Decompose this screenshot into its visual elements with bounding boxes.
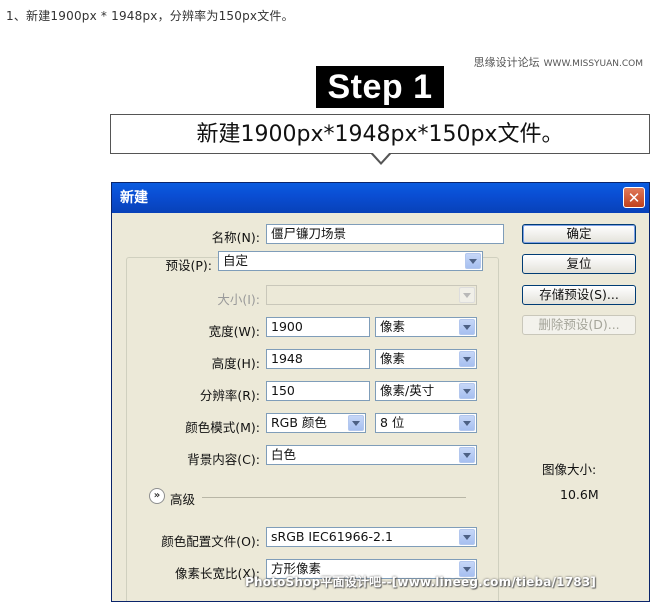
chevron-down-icon[interactable] — [459, 447, 475, 463]
chevron-down-icon[interactable] — [465, 253, 481, 269]
site-watermark-name: 思缘设计论坛 — [473, 56, 540, 69]
dialog-title: 新建 — [120, 190, 148, 206]
width-unit-value: 像素 — [380, 319, 406, 334]
resolution-unit-value: 像素/英寸 — [380, 383, 435, 398]
new-document-dialog: 新建 ✕ 名称(N): 僵尸镰刀场景 预设(P): 自定 大小(I): 宽度(W… — [111, 182, 650, 602]
dialog-titlebar[interactable]: 新建 — [112, 183, 649, 213]
color-mode-select[interactable]: RGB 颜色 — [266, 413, 366, 433]
bit-depth-value: 8 位 — [380, 415, 405, 430]
chevron-down-icon[interactable] — [459, 351, 475, 367]
close-icon[interactable]: ✕ — [623, 187, 645, 208]
save-preset-button[interactable]: 存储预设(S)... — [522, 285, 636, 305]
reset-button[interactable]: 复位 — [522, 254, 636, 274]
chevron-down-icon[interactable] — [348, 415, 364, 431]
background-value: 白色 — [271, 447, 297, 462]
color-profile-label: 颜色配置文件(O): — [161, 534, 260, 549]
site-watermark-url: WWW.MISSYUAN.COM — [543, 59, 643, 69]
step-callout: 新建1900px*1948px*150px文件。 — [110, 114, 650, 154]
pixel-aspect-label: 像素长宽比(X): — [174, 566, 260, 581]
background-label: 背景内容(C): — [187, 452, 260, 467]
image-size-label: 图像大小: — [542, 462, 597, 477]
height-label: 高度(H): — [211, 356, 260, 371]
color-profile-value: sRGB IEC61966-2.1 — [271, 529, 393, 544]
color-profile-select[interactable]: sRGB IEC61966-2.1 — [266, 527, 477, 547]
width-label: 宽度(W): — [208, 324, 260, 339]
chevron-down-icon — [459, 287, 475, 303]
name-input[interactable]: 僵尸镰刀场景 — [266, 224, 504, 244]
chevron-down-icon[interactable] — [459, 319, 475, 335]
chevron-down-icon[interactable] — [459, 415, 475, 431]
resolution-input[interactable]: 150 — [266, 381, 370, 401]
height-unit-select[interactable]: 像素 — [375, 349, 477, 369]
delete-preset-button: 删除预设(D)... — [522, 315, 636, 335]
color-mode-label: 颜色模式(M): — [185, 420, 260, 435]
width-unit-select[interactable]: 像素 — [375, 317, 477, 337]
resolution-label: 分辨率(R): — [199, 388, 260, 403]
resolution-unit-select[interactable]: 像素/英寸 — [375, 381, 477, 401]
chevron-down-icon[interactable] — [459, 383, 475, 399]
chevron-down-icon[interactable] — [459, 529, 475, 545]
name-label: 名称(N): — [211, 230, 260, 245]
advanced-divider — [202, 497, 466, 498]
step-banner: Step 1 — [316, 66, 444, 108]
bottom-watermark: PhotoShop平面设计吧--[www.lineeg.com/tieba/17… — [245, 575, 597, 589]
site-watermark: 思缘设计论坛 WWW.MISSYUAN.COM — [474, 54, 643, 70]
preset-label: 预设(P): — [165, 258, 212, 273]
background-select[interactable]: 白色 — [266, 445, 477, 465]
advanced-toggle-icon[interactable]: » — [149, 488, 165, 504]
color-mode-value: RGB 颜色 — [271, 415, 327, 430]
intro-text: 1、新建1900px * 1948px，分辨率为150px文件。 — [6, 9, 294, 23]
bit-depth-select[interactable]: 8 位 — [375, 413, 477, 433]
preset-value: 自定 — [223, 253, 249, 268]
ok-button[interactable]: 确定 — [522, 224, 636, 244]
height-unit-value: 像素 — [380, 351, 406, 366]
image-size-value: 10.6M — [560, 487, 599, 502]
size-select — [266, 285, 477, 305]
advanced-label[interactable]: 高级 — [170, 489, 195, 508]
height-input[interactable]: 1948 — [266, 349, 370, 369]
callout-tail-inner — [372, 152, 390, 162]
size-label: 大小(I): — [217, 292, 260, 307]
preset-select[interactable]: 自定 — [218, 251, 483, 271]
width-input[interactable]: 1900 — [266, 317, 370, 337]
